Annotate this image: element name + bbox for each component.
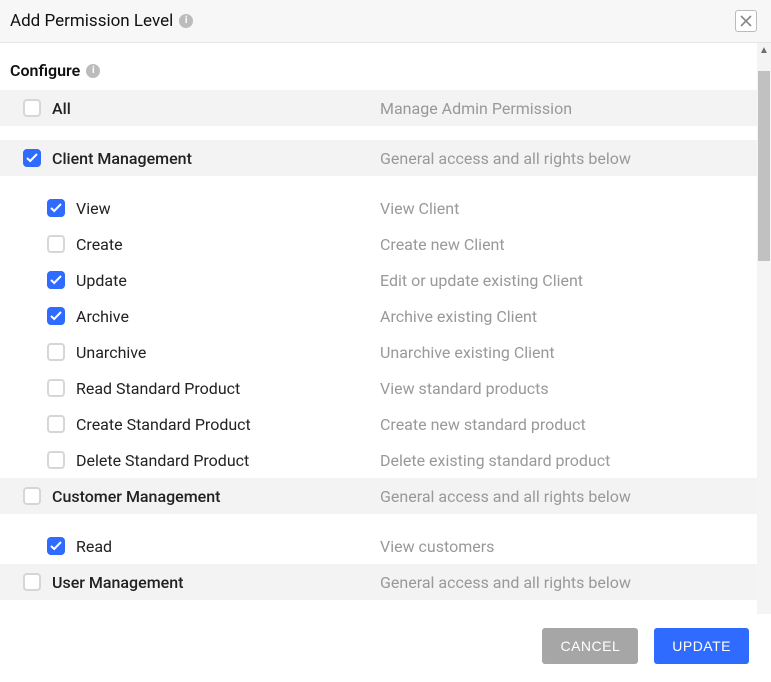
checkbox-archive[interactable] (47, 307, 65, 325)
permission-row: Archive Archive existing Client (0, 298, 757, 334)
dialog-footer: CANCEL UPDATE (0, 614, 771, 682)
permission-label: Client Management (52, 149, 192, 168)
scroll-up-arrow[interactable]: ▲ (757, 43, 771, 57)
close-icon (740, 15, 752, 27)
permission-desc: General access and all rights below (380, 149, 757, 168)
permission-label: View (76, 199, 111, 218)
dialog-header: Add Permission Level i (0, 0, 771, 43)
permission-row: Update Edit or update existing Client (0, 262, 757, 298)
configure-subheader: Configure i (0, 43, 757, 90)
checkbox-create-standard-product[interactable] (47, 415, 65, 433)
permission-row: Unarchive Unarchive existing Client (0, 334, 757, 370)
permission-desc: View Client (380, 199, 757, 218)
permission-label: Update (76, 271, 127, 290)
permission-row: View View Client (0, 190, 757, 226)
permission-group-row: User Management General access and all r… (0, 564, 757, 600)
permission-desc: Unarchive existing Client (380, 343, 757, 362)
permission-desc: Edit or update existing Client (380, 271, 757, 290)
permission-row: Read Standard Product View standard prod… (0, 370, 757, 406)
permission-label: Create Standard Product (76, 415, 251, 434)
permission-group-row: All Manage Admin Permission (0, 90, 757, 126)
permission-desc: Create new Client (380, 235, 757, 254)
permission-label: Read Standard Product (76, 379, 240, 398)
checkbox-view[interactable] (47, 199, 65, 217)
permission-row: Create Create new Client (0, 226, 757, 262)
permission-desc: General access and all rights below (380, 573, 757, 592)
permission-table: All Manage Admin Permission Client Manag… (0, 90, 757, 610)
permission-label: Customer Management (52, 487, 220, 506)
permission-desc: View standard products (380, 379, 757, 398)
permission-desc: General access and all rights below (380, 487, 757, 506)
permission-desc: View customers (380, 537, 757, 556)
checkbox-unarchive[interactable] (47, 343, 65, 361)
info-icon[interactable]: i (86, 64, 100, 78)
info-icon[interactable]: i (179, 14, 193, 28)
permission-desc: Create new standard product (380, 415, 757, 434)
permission-desc: Delete existing standard product (380, 451, 757, 470)
checkbox-client-management[interactable] (23, 149, 41, 167)
update-button[interactable]: UPDATE (654, 628, 749, 664)
dialog-title: Add Permission Level (10, 11, 173, 31)
checkbox-user-management[interactable] (23, 573, 41, 591)
checkbox-update[interactable] (47, 271, 65, 289)
dialog-body: Configure i All Manage Admin Permission (0, 43, 771, 682)
permission-label: Delete Standard Product (76, 451, 249, 470)
checkbox-read[interactable] (47, 537, 65, 555)
permission-label: Create (76, 235, 123, 254)
permission-row: Read View customers (0, 528, 757, 564)
permission-label: Unarchive (76, 343, 146, 362)
permission-label: Archive (76, 307, 129, 326)
scrollbar-track[interactable]: ▲ ▼ (757, 43, 771, 682)
permission-row: Create Standard Product Create new stand… (0, 406, 757, 442)
checkbox-read-standard-product[interactable] (47, 379, 65, 397)
permission-row: Delete Standard Product Delete existing … (0, 442, 757, 478)
permission-dialog: Add Permission Level i Configure i All M… (0, 0, 771, 682)
permission-desc: Archive existing Client (380, 307, 757, 326)
close-button[interactable] (735, 10, 757, 32)
checkbox-customer-management[interactable] (23, 487, 41, 505)
checkbox-create[interactable] (47, 235, 65, 253)
scrollbar-thumb[interactable] (758, 71, 770, 261)
cancel-button[interactable]: CANCEL (542, 628, 638, 664)
checkbox-delete-standard-product[interactable] (47, 451, 65, 469)
permission-desc: Manage Admin Permission (380, 99, 757, 118)
configure-title: Configure (10, 61, 80, 80)
permission-group-row: Customer Management General access and a… (0, 478, 757, 514)
permission-label: All (52, 99, 71, 118)
permission-label: User Management (52, 573, 183, 592)
checkbox-all[interactable] (23, 99, 41, 117)
permission-label: Read (76, 537, 112, 556)
permission-group-row: Client Management General access and all… (0, 140, 757, 176)
